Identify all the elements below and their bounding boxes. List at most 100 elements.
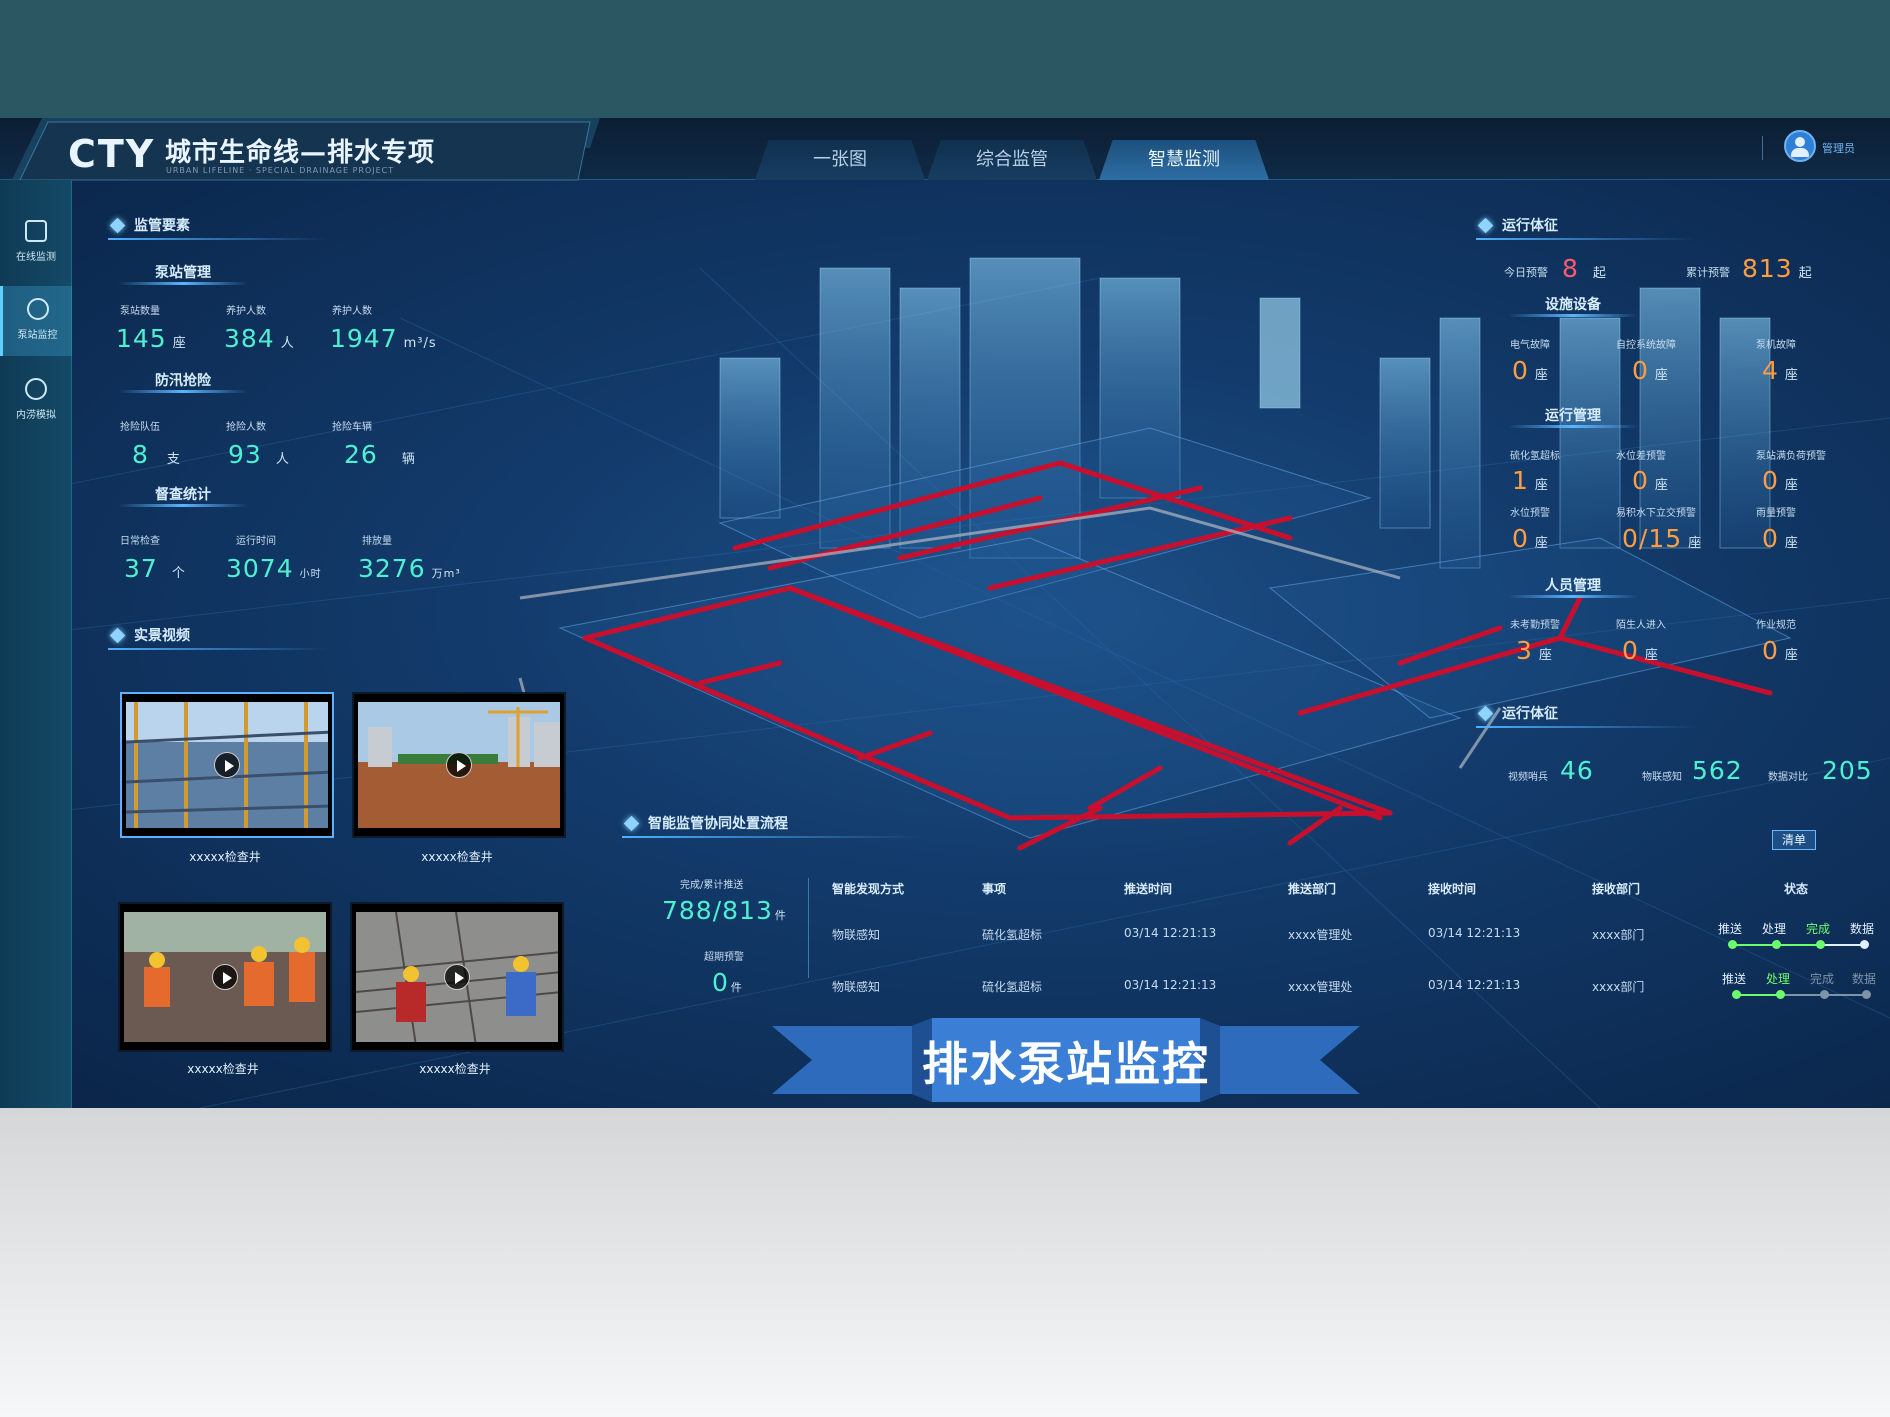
section-title-supervision: 监管要素 [108,214,328,240]
sidebar-item-flood[interactable]: 内涝模拟 [0,366,72,436]
section-title-text: 运行体征 [1502,218,1558,234]
total-warning-value: 813 起 [1742,254,1813,283]
col-header-push-time: 推送时间 [1124,882,1173,896]
kpi-flow: 1947 m³/s [330,324,437,353]
sub-title-personnel: 人员管理 [1508,576,1638,598]
table-cell: 物联感知 [832,928,881,942]
kpi-label: 硫化氢超标 [1510,451,1560,462]
video-caption: xxxxx检查井 [419,1062,491,1076]
title-underline [622,836,922,838]
kpi-discharge: 3276 万m³ [358,554,461,583]
kpi-label: 泵站满负荷预警 [1756,451,1826,462]
completed-value: 788/813 件 [662,896,787,925]
table-cell: xxxx部门 [1592,928,1645,942]
kpi-flood-teams: 8支 [132,440,181,469]
title-underline [1476,726,1696,728]
kpi-label: 养护人数 [226,306,266,317]
col-header-recv-dept: 接收部门 [1592,882,1641,896]
status-dot [1732,990,1741,999]
table-cell: xxxx部门 [1592,980,1645,994]
col-header-recv-time: 接收时间 [1428,882,1477,896]
user-icon-body [1791,148,1809,157]
status-step: 完成 [1810,972,1835,986]
section-title-status: 运行体征 [1476,214,1696,240]
video-tile-1[interactable] [120,692,334,838]
today-warning-value: 8起 [1562,254,1607,283]
main-tabs: 一张图 综合监管 智慧监测 [755,140,1271,180]
avatar[interactable] [1784,130,1816,162]
overdue-value: 0件 [712,968,743,997]
banner-title: 排水泵站监控 [922,1037,1210,1091]
overdue-label: 超期预警 [704,952,744,963]
sidebar-item-label: 泵站监控 [17,330,58,341]
sub-title-inspection: 督查统计 [118,485,248,507]
kpi-full-load: 0座 [1762,466,1799,495]
status-dot [1862,990,1871,999]
sub-title-equipment: 设施设备 [1508,295,1638,317]
status-step: 数据 [1850,922,1875,936]
table-cell: 03/14 12:21:13 [1428,978,1521,992]
table-cell[interactable]: 硫化氢超标 [982,978,1042,995]
kpi-label: 自控系统故障 [1616,340,1676,351]
status-dot [1816,940,1825,949]
kpi-rainfall: 0座 [1762,524,1799,553]
title-underline [1476,238,1696,240]
kpi-stranger: 0座 [1622,636,1659,665]
user-name[interactable]: 管理员 [1822,140,1855,156]
sidebar-item-label: 在线监测 [16,252,56,263]
kpi-flood-vehicles: 26 辆 [344,440,416,469]
list-button[interactable]: 清单 [1772,830,1816,850]
kpi-pump-fault: 4座 [1762,356,1799,385]
sub-title-pump: 泵站管理 [118,263,248,285]
video-caption: xxxxx检查井 [421,850,493,864]
kpi-label: 易积水下立交预警 [1616,508,1696,519]
total-warning-label: 累计预警 [1686,266,1730,279]
sub-title-operation: 运行管理 [1508,406,1638,428]
diamond-icon [109,217,126,234]
data-compare-label: 数据对比 [1768,772,1808,783]
play-icon[interactable] [214,752,240,778]
video-caption: xxxxx检查井 [189,850,261,864]
logo-cty: CTY [68,132,156,176]
video-tile-2[interactable] [352,692,566,838]
kpi-control-fault: 0座 [1632,356,1669,385]
tab-zonghe[interactable]: 综合监管 [927,140,1097,180]
status-step: 数据 [1852,972,1877,986]
col-header-method: 智能发现方式 [832,882,905,896]
video-tile-4[interactable] [350,902,564,1052]
user-icon [1795,137,1805,147]
kpi-label: 未考勤预警 [1510,620,1560,631]
video-sentinel-value: 46 [1560,756,1594,785]
tab-zhihui[interactable]: 智慧监测 [1099,140,1269,180]
status-dot [1860,940,1869,949]
col-header-item: 事项 [982,882,1007,896]
status-step: 处理 [1766,972,1791,986]
sidebar-item-monitor[interactable]: 在线监测 [0,208,72,278]
kpi-level-diff: 0座 [1632,466,1669,495]
table-cell: 物联感知 [832,980,881,994]
kpi-label: 抢险车辆 [332,422,372,433]
kpi-flood-people: 93 人 [228,440,290,469]
play-icon[interactable] [444,964,470,990]
status-step: 处理 [1762,922,1787,936]
table-cell[interactable]: 硫化氢超标 [982,926,1042,943]
chart-monitor-icon [25,220,47,242]
sidebar-item-label: 内涝模拟 [16,410,56,421]
tab-yizhangtu[interactable]: 一张图 [755,140,925,180]
diamond-icon [1477,705,1494,722]
sidebar-item-pump[interactable]: 泵站监控 [0,286,72,356]
dashboard: CTY 城市生命线—排水专项 URBAN LIFELINE · SPECIAL … [0,118,1890,1108]
play-icon[interactable] [446,752,472,778]
kpi-work-norm: 0座 [1762,636,1799,665]
section-title-text: 智能监管协同处置流程 [648,816,788,832]
data-compare-value: 205 [1822,756,1873,785]
table-cell: xxxx管理处 [1288,928,1353,942]
play-icon[interactable] [212,964,238,990]
section-title-video: 实景视频 [108,624,328,650]
title-underline [108,238,328,240]
video-tile-3[interactable] [118,902,332,1052]
kpi-maintain-count: 384 人 [224,324,295,353]
table-cell: xxxx管理处 [1288,980,1353,994]
video-caption: xxxxx检查井 [187,1062,259,1076]
app-title: 城市生命线—排水专项 [165,138,436,168]
